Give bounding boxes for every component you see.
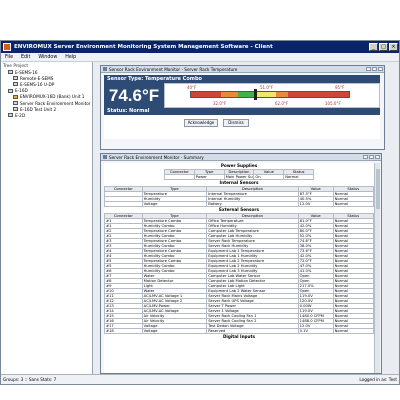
title-bar: ENVIROMUX Server Environment Monitoring … [1, 41, 399, 53]
sensor-type-header: Sensor Type: Temperature Combo [104, 75, 380, 83]
status-groups: Groups: 3 :: Sans Stats: 7 [3, 377, 57, 382]
sensor-value: 74.6°F [104, 83, 164, 108]
summary-scrollbar[interactable] [374, 163, 380, 373]
power-supplies-title: Power Supplies [220, 163, 258, 168]
maximize-icon[interactable] [369, 155, 374, 159]
device-icon [8, 88, 13, 93]
sensor-status: Status: Normal [104, 108, 380, 115]
tree-node-label: E-SEMS-16 U-DP [20, 81, 55, 87]
sensor-window-titlebar[interactable]: Sensor Rack Environment Monitor - Server… [101, 66, 384, 73]
minimize-icon[interactable] [363, 155, 368, 159]
menu-help[interactable]: Help [65, 55, 76, 60]
table-cell: Normal [332, 201, 374, 207]
table-cell: Battery [206, 201, 299, 207]
summary-window[interactable]: Server Rack Environment Monitor - Summar… [100, 153, 382, 374]
menu-bar: File Edit Window Help [1, 53, 399, 62]
digital-inputs-title: Digital Inputs [222, 334, 256, 339]
device-tree: Tree Project E-SEMS-16 Remote-E-SEMS E-SEM… [1, 62, 93, 374]
tree-node-label: E-2D [15, 112, 26, 118]
gauge-label-bottom-high: 105.0°F [325, 101, 341, 106]
window-title: ENVIROMUX Server Environment Monitoring … [14, 44, 273, 50]
summary-window-titlebar[interactable]: Server Rack Environment Monitor - Summar… [101, 154, 381, 161]
tree-node-label: Server Rack Environment Monitor [20, 100, 91, 106]
gauge-label-top-low: 40°F [187, 85, 197, 90]
tree-node-label: Remote-E-SEMS [20, 75, 54, 81]
menu-file[interactable]: File [5, 55, 13, 60]
device-icon [13, 76, 18, 81]
device-icon [8, 113, 13, 118]
table-cell: Reserved [206, 328, 299, 334]
table-cell: 0.1V [297, 328, 334, 334]
tree-node[interactable]: E-2D [1, 112, 92, 118]
gauge: 40°F 51.0°F 95°F 32.0°F 62.0°F 105.0°F [164, 83, 380, 108]
table-cell: On [253, 174, 285, 180]
table-cell: Power [193, 174, 225, 180]
gauge-label-top-mid: 51.0°F [260, 85, 274, 90]
table-cell: 12.0V [297, 201, 334, 207]
table-cell: #18 [104, 328, 143, 334]
maximize-button[interactable]: □ [379, 43, 388, 51]
summary-content: Power Supplies Connector Type Descriptio… [104, 163, 374, 373]
gauge-segment-low-alarm [191, 92, 221, 97]
gauge-segment-high-warn [256, 92, 276, 97]
close-button[interactable]: × [389, 43, 398, 51]
tree-node-label: ENVIROMUX-16D (Bank) Unit 1 [20, 94, 85, 100]
gauge-label-top-high: 95°F [335, 85, 345, 90]
gauge-segment-high-warn2 [275, 92, 288, 97]
table-row[interactable]: PowerMain Power SupplyOnNormal [164, 174, 314, 180]
gauge-segment-high-alarm [287, 92, 349, 97]
tree-node-label: E-SEMS-16 [15, 69, 38, 75]
close-icon[interactable] [378, 67, 383, 71]
window-icon [103, 155, 107, 159]
table-cell: Normal [283, 174, 314, 180]
table-cell [104, 201, 143, 207]
device-icon [8, 70, 13, 75]
desktop-pane: Sensor Rack Environment Monitor - Server… [94, 62, 399, 374]
dismiss-button[interactable]: Dismiss [223, 119, 249, 127]
device-icon [13, 101, 18, 106]
minimize-button[interactable]: _ [369, 43, 378, 51]
status-bar: Groups: 3 :: Sans Stats: 7 Logged in as:… [1, 374, 399, 384]
summary-window-title: Server Rack Environment Monitor - Summar… [109, 154, 204, 160]
table-row[interactable]: Voltage Battery 12.0V Normal [104, 201, 374, 207]
table-cell [164, 174, 195, 180]
app-window: ENVIROMUX Server Environment Monitoring … [0, 40, 400, 385]
close-icon[interactable] [375, 155, 380, 159]
status-login: Logged in as: Test [359, 377, 397, 382]
device-icon [13, 94, 18, 99]
menu-window[interactable]: Window [38, 55, 57, 60]
minimize-icon[interactable] [366, 67, 371, 71]
external-table: Connector Type Description Value Status … [104, 213, 374, 334]
sensor-window-title: Sensor Rack Environment Monitor - Server… [109, 66, 238, 72]
table-cell: Voltage [141, 201, 208, 207]
gauge-needle [254, 89, 257, 100]
gauge-label-bottom-low: 32.0°F [213, 101, 227, 106]
tree-node-label: E-16D Test Unit 2 [20, 106, 57, 112]
maximize-icon[interactable] [372, 67, 377, 71]
device-icon [13, 107, 18, 112]
table-cell: Voltage [141, 328, 208, 334]
gauge-label-bottom-mid: 62.0°F [275, 101, 289, 106]
app-logo-icon [3, 43, 11, 51]
window-icon [103, 67, 107, 71]
table-cell: Normal [332, 328, 374, 334]
acknowledge-button[interactable]: Acknowledge [184, 119, 218, 127]
power-table: Connector Type Description Value Status … [164, 169, 314, 180]
gauge-bar [190, 91, 350, 98]
col-description: Description [223, 169, 255, 175]
scrollbar-thumb[interactable] [376, 169, 380, 209]
gauge-segment-low-warn [220, 92, 239, 97]
table-row[interactable]: #18 Voltage Reserved 0.1V Normal [104, 328, 374, 334]
internal-table: Connector Type Description Value Status … [104, 186, 374, 207]
menu-edit[interactable]: Edit [21, 55, 30, 60]
sensor-window[interactable]: Sensor Rack Environment Monitor - Server… [100, 65, 385, 150]
table-cell: Main Power Supply [223, 174, 255, 180]
tree-node-label: E-16D [15, 88, 28, 94]
device-icon [13, 82, 18, 87]
